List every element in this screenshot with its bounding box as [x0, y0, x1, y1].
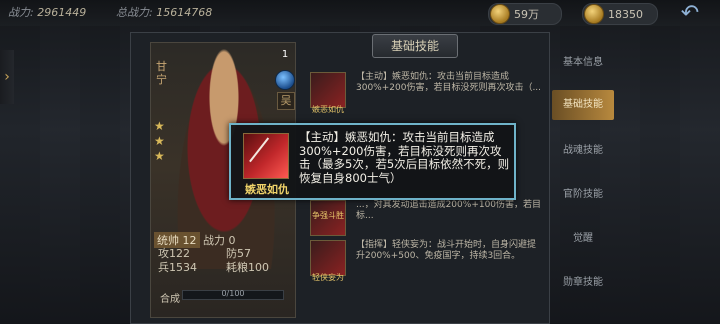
tab-awaken[interactable]: 觉醒 [552, 224, 614, 254]
left-expand-icon[interactable]: › [0, 50, 14, 104]
combat-label: 战力: [8, 6, 34, 19]
currency-gold[interactable]: 18350 [582, 3, 658, 25]
total-power: 总战力: 15614768 [116, 4, 212, 20]
currency-silver-value: 59万 [514, 8, 539, 21]
lead-row: 统帅 12 战力 0 [154, 232, 294, 248]
combat-power: 战力: 2961449 [8, 4, 86, 20]
hero-stats: 攻122 防57 兵1534 耗粮100 [158, 247, 294, 275]
faction-badge: 吴 [277, 92, 295, 110]
compose-progress-bar: 0/100 [182, 289, 284, 300]
star-icon: ★ [154, 119, 165, 133]
gold-ingot-icon [584, 4, 604, 24]
defense-stat: 防57 [226, 247, 251, 260]
hero-name: 甘宁 [156, 60, 167, 86]
sidebar: 基本信息 基础技能 战魂技能 官阶技能 觉醒 勋章技能 [552, 42, 614, 324]
skill-row[interactable]: 嫉恶如仇 【主动】嫉恶如仇：攻击当前目标造成300%+200伤害，若目标没死则再… [306, 72, 542, 120]
currency-silver[interactable]: 59万 [488, 3, 562, 25]
skill-icon[interactable] [310, 72, 346, 108]
tab-basic-skills[interactable]: 基础技能 [552, 90, 614, 120]
slash-icon [249, 137, 285, 175]
tab-rank-skills[interactable]: 官阶技能 [552, 180, 614, 210]
tab-medal-skills[interactable]: 勋章技能 [552, 268, 614, 298]
hero-level-badge: 1 [281, 49, 289, 60]
lead-value: 12 [182, 234, 197, 247]
skill-tooltip-text: 【主动】嫉恶如仇：攻击当前目标造成300%+200伤害，若目标没死则再次攻击（最… [299, 130, 510, 185]
combat-value: 2961449 [37, 6, 87, 19]
skill-icon[interactable] [310, 240, 346, 276]
back-arrow-icon[interactable]: ↶ [672, 2, 708, 26]
currency-gold-value: 18350 [608, 7, 643, 21]
skill-desc: 【主动】嫉恶如仇：攻击当前目标造成300%+200伤害，若目标没死则再次攻击（.… [356, 72, 542, 93]
skill-desc: 【指挥】轻侠妄为：战斗开始时，自身闪避提升200%+500、免疫国字，持续3回合… [356, 240, 537, 261]
troops-stat: 兵1534 [158, 261, 197, 274]
attack-stat: 攻122 [158, 247, 190, 260]
tab-basic-info[interactable]: 基本信息 [552, 48, 614, 78]
skill-tooltip-icon [243, 133, 289, 179]
coin-icon [490, 4, 510, 24]
lead-label-text: 统帅 [157, 234, 179, 247]
skill-row[interactable]: 轻侠妄为 【指挥】轻侠妄为：战斗开始时，自身闪避提升200%+500、免疫国字，… [306, 240, 542, 288]
tab-soul-skills[interactable]: 战魂技能 [552, 136, 614, 166]
compose-label: 合成 [160, 294, 180, 305]
food-stat: 耗粮100 [226, 261, 269, 274]
panel-title: 基础技能 [372, 34, 458, 58]
fight-label: 战力 [203, 234, 225, 247]
skill-tooltip: 嫉恶如仇 【主动】嫉恶如仇：攻击当前目标造成300%+200伤害，若目标没死则再… [229, 123, 516, 200]
compose-progress-text: 0/100 [221, 289, 245, 298]
skill-icon-name: 争强斗胜 [312, 211, 344, 220]
top-bar: 战力: 2961449 总战力: 15614768 59万 18350 ↶ [0, 0, 720, 26]
total-label: 总战力: [116, 6, 153, 19]
lead-label: 统帅 12 [154, 232, 200, 248]
skill-tooltip-name: 嫉恶如仇 [245, 183, 289, 196]
star-icon: ★ [154, 149, 165, 163]
skill-orb-icon [275, 70, 295, 90]
skill-desc: ...，对其发动追击造成200%+100伤害，若目标... [356, 200, 542, 221]
skill-icon-name: 轻侠妄为 [312, 273, 344, 282]
star-icon: ★ [154, 134, 165, 148]
total-value: 15614768 [156, 6, 213, 19]
skill-icon-name: 嫉恶如仇 [312, 105, 344, 114]
fight-value: 0 [228, 234, 236, 247]
